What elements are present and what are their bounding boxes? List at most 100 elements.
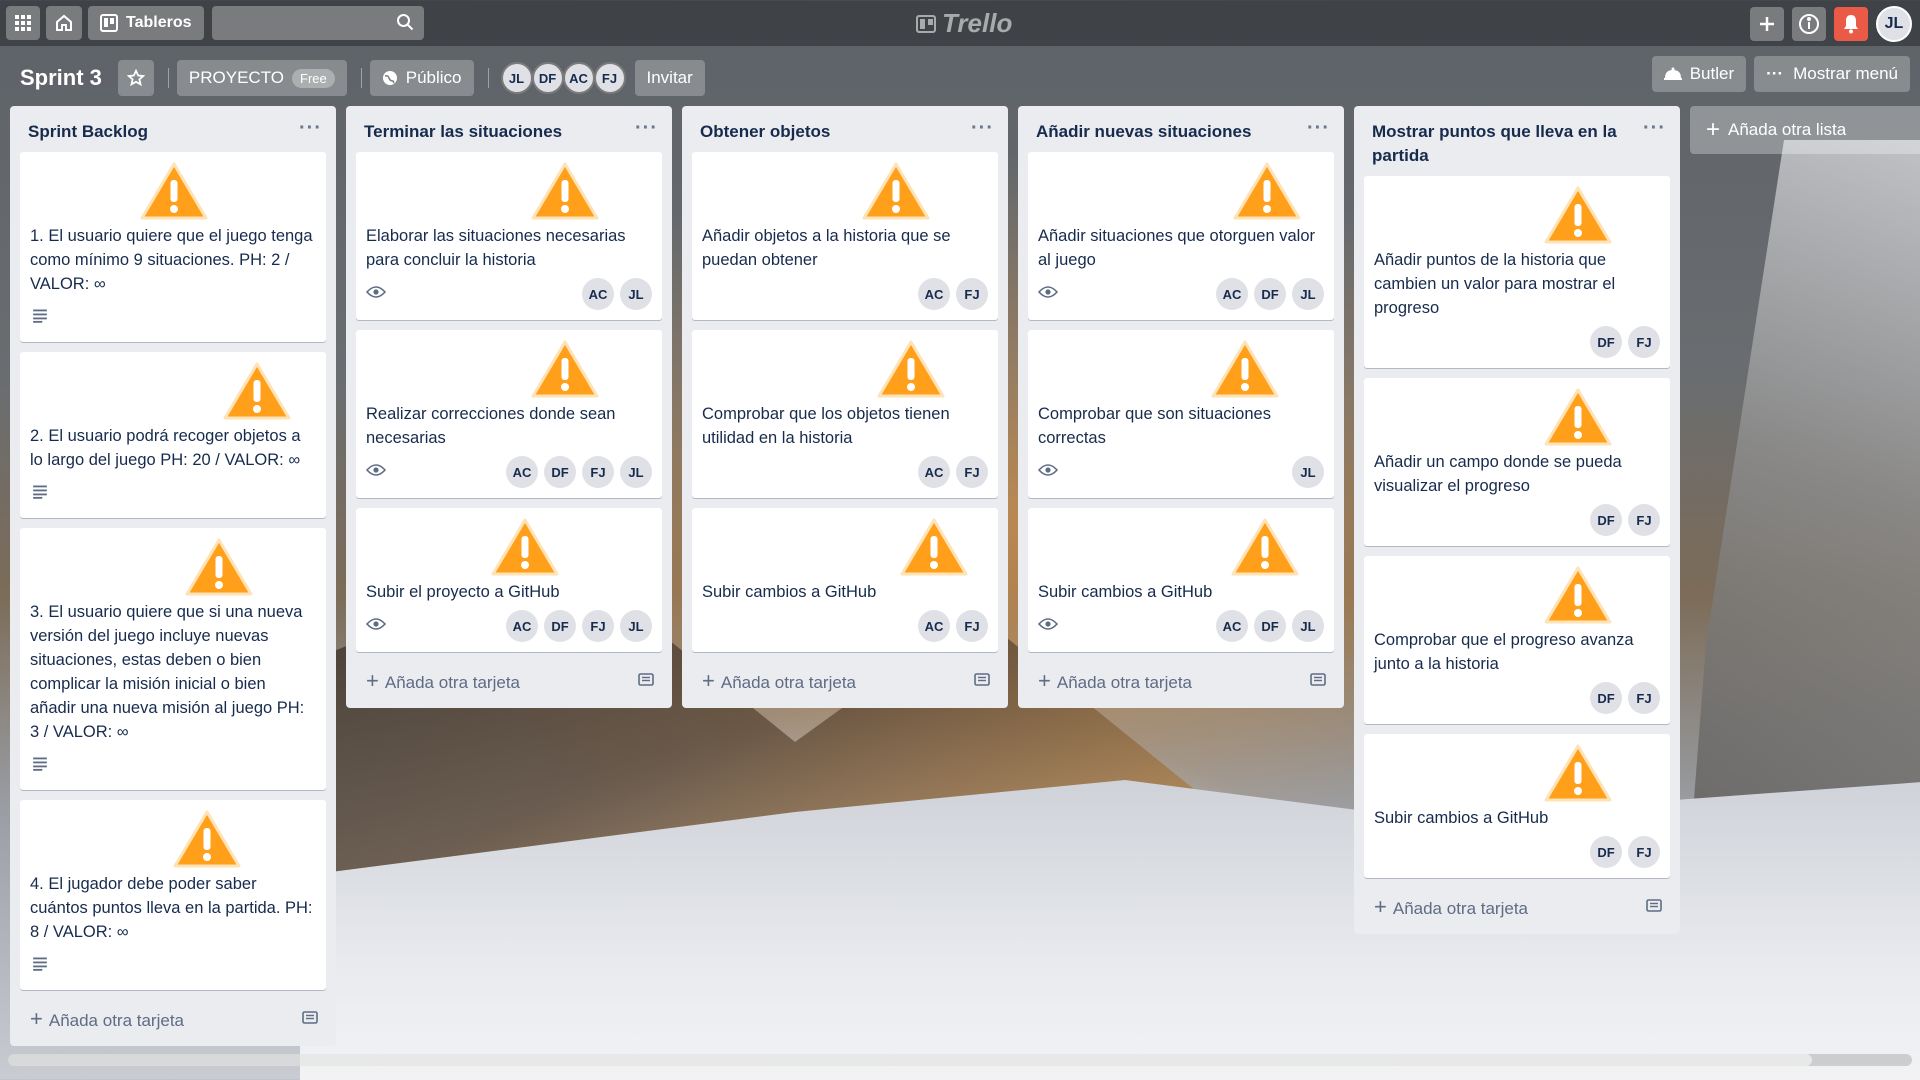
- card[interactable]: Añadir un campo donde se pueda visualiza…: [1364, 378, 1670, 546]
- card-member-avatar[interactable]: JL: [1292, 610, 1324, 642]
- list-title[interactable]: Mostrar puntos que lleva en la partida: [1372, 122, 1617, 165]
- card-template-button[interactable]: [1646, 897, 1662, 918]
- list-title[interactable]: Añadir nuevas situaciones: [1036, 122, 1251, 141]
- card-template-button[interactable]: [1310, 671, 1326, 692]
- card-member-avatar[interactable]: JL: [620, 610, 652, 642]
- card-member-avatar[interactable]: JL: [1292, 278, 1324, 310]
- add-card-button[interactable]: + Añada otra tarjeta: [346, 662, 672, 708]
- add-card-button[interactable]: + Añada otra tarjeta: [1354, 888, 1680, 934]
- list[interactable]: Mostrar puntos que lleva en la partida ··…: [1354, 106, 1680, 934]
- card-member-avatar[interactable]: AC: [1216, 278, 1248, 310]
- card[interactable]: Subir cambios a GitHub AC DF JL: [1028, 508, 1334, 652]
- card[interactable]: Añadir objetos a la historia que se pued…: [692, 152, 998, 320]
- list-menu-icon[interactable]: ···: [299, 116, 322, 140]
- card-member-avatar[interactable]: FJ: [1628, 504, 1660, 536]
- notifications-button[interactable]: [1834, 7, 1868, 41]
- list-header[interactable]: Terminar las situaciones ···: [346, 106, 672, 152]
- card-template-button[interactable]: [302, 1009, 318, 1030]
- card-member-avatar[interactable]: AC: [918, 278, 950, 310]
- list-title[interactable]: Terminar las situaciones: [364, 122, 562, 141]
- list-menu-icon[interactable]: ···: [635, 116, 658, 140]
- card-member-avatar[interactable]: AC: [918, 610, 950, 642]
- apps-button[interactable]: [6, 6, 40, 40]
- card[interactable]: 4. El jugador debe poder saber cuántos p…: [20, 800, 326, 990]
- card[interactable]: Subir cambios a GitHub DF FJ: [1364, 734, 1670, 878]
- card[interactable]: Añadir situaciones que otorguen valor al…: [1028, 152, 1334, 320]
- card-member-avatar[interactable]: FJ: [956, 610, 988, 642]
- card[interactable]: Subir el proyecto a GitHub AC DF FJ JL: [356, 508, 662, 652]
- create-button[interactable]: [1750, 7, 1784, 41]
- boards-button[interactable]: Tableros: [88, 6, 204, 40]
- list-header[interactable]: Obtener objetos ···: [682, 106, 1008, 152]
- card-template-button[interactable]: [638, 671, 654, 692]
- add-card-button[interactable]: + Añada otra tarjeta: [682, 662, 1008, 708]
- info-button[interactable]: [1792, 7, 1826, 41]
- list-menu-icon[interactable]: ···: [1643, 116, 1666, 140]
- show-menu-button[interactable]: ··· Mostrar menú: [1754, 56, 1910, 92]
- card-member-avatar[interactable]: AC: [506, 456, 538, 488]
- card-template-button[interactable]: [974, 671, 990, 692]
- card-member-avatar[interactable]: DF: [1590, 836, 1622, 868]
- card-member-avatar[interactable]: AC: [506, 610, 538, 642]
- card-member-avatar[interactable]: FJ: [956, 456, 988, 488]
- scrollbar-thumb[interactable]: [8, 1054, 1812, 1066]
- card[interactable]: Comprobar que los objetos tienen utilida…: [692, 330, 998, 498]
- list-header[interactable]: Sprint Backlog ···: [10, 106, 336, 152]
- card-member-avatar[interactable]: DF: [544, 456, 576, 488]
- add-card-button[interactable]: + Añada otra tarjeta: [10, 1000, 336, 1046]
- card[interactable]: 1. El usuario quiere que el juego tenga …: [20, 152, 326, 342]
- card[interactable]: 2. El usuario podrá recoger objetos a lo…: [20, 352, 326, 518]
- list[interactable]: Terminar las situaciones ··· Elaborar las …: [346, 106, 672, 708]
- list[interactable]: Añadir nuevas situaciones ··· Añadir situa…: [1018, 106, 1344, 708]
- list[interactable]: Obtener objetos ··· Añadir objetos a la hi…: [682, 106, 1008, 708]
- list-header[interactable]: Añadir nuevas situaciones ···: [1018, 106, 1344, 152]
- card-member-avatar[interactable]: AC: [1216, 610, 1248, 642]
- board-title[interactable]: Sprint 3: [10, 65, 112, 91]
- card-member-avatar[interactable]: DF: [1590, 504, 1622, 536]
- star-button[interactable]: [117, 60, 154, 96]
- member-avatar[interactable]: JL: [500, 62, 533, 94]
- card-member-avatar[interactable]: FJ: [1628, 326, 1660, 358]
- trello-logo[interactable]: Trello: [916, 8, 1012, 39]
- card-member-avatar[interactable]: DF: [1590, 326, 1622, 358]
- list-menu-icon[interactable]: ···: [1307, 116, 1330, 140]
- list-title[interactable]: Sprint Backlog: [28, 122, 148, 141]
- home-button[interactable]: [46, 6, 82, 40]
- visibility-button[interactable]: Público: [369, 60, 474, 96]
- card-member-avatar[interactable]: DF: [544, 610, 576, 642]
- card-member-avatar[interactable]: DF: [1590, 682, 1622, 714]
- card-member-avatar[interactable]: FJ: [956, 278, 988, 310]
- card-member-avatar[interactable]: FJ: [1628, 836, 1660, 868]
- list-title[interactable]: Obtener objetos: [700, 122, 830, 141]
- add-list-button[interactable]: + Añada otra lista: [1690, 106, 1920, 154]
- list[interactable]: Sprint Backlog ··· 1. El usuario quiere qu…: [10, 106, 336, 1046]
- list-menu-icon[interactable]: ···: [971, 116, 994, 140]
- list-header[interactable]: Mostrar puntos que lleva en la partida ··…: [1354, 106, 1680, 176]
- card-member-avatar[interactable]: JL: [1292, 456, 1324, 488]
- card[interactable]: 3. El usuario quiere que si una nueva ve…: [20, 528, 326, 790]
- user-avatar[interactable]: JL: [1876, 6, 1912, 42]
- card-member-avatar[interactable]: AC: [918, 456, 950, 488]
- card-member-avatar[interactable]: DF: [1254, 278, 1286, 310]
- team-button[interactable]: PROYECTO Free: [176, 60, 347, 96]
- invite-button[interactable]: Invitar: [634, 60, 705, 96]
- card-member-avatar[interactable]: AC: [582, 278, 614, 310]
- card-member-avatar[interactable]: JL: [620, 456, 652, 488]
- card-member-avatar[interactable]: FJ: [582, 610, 614, 642]
- card[interactable]: Elaborar las situaciones necesarias para…: [356, 152, 662, 320]
- card-member-avatar[interactable]: FJ: [1628, 682, 1660, 714]
- card[interactable]: Subir cambios a GitHub AC FJ: [692, 508, 998, 652]
- member-avatar[interactable]: AC: [562, 62, 595, 94]
- card-member-avatar[interactable]: DF: [1254, 610, 1286, 642]
- card[interactable]: Realizar correcciones donde sean necesar…: [356, 330, 662, 498]
- horizontal-scrollbar[interactable]: [8, 1054, 1912, 1066]
- card-member-avatar[interactable]: JL: [620, 278, 652, 310]
- add-card-button[interactable]: + Añada otra tarjeta: [1018, 662, 1344, 708]
- member-avatar[interactable]: FJ: [593, 62, 626, 94]
- card[interactable]: Añadir puntos de la historia que cambien…: [1364, 176, 1670, 368]
- member-avatar[interactable]: DF: [531, 62, 564, 94]
- card[interactable]: Comprobar que son situaciones correctas J…: [1028, 330, 1334, 498]
- search-input[interactable]: [211, 6, 424, 40]
- card-member-avatar[interactable]: FJ: [582, 456, 614, 488]
- card[interactable]: Comprobar que el progreso avanza junto a…: [1364, 556, 1670, 724]
